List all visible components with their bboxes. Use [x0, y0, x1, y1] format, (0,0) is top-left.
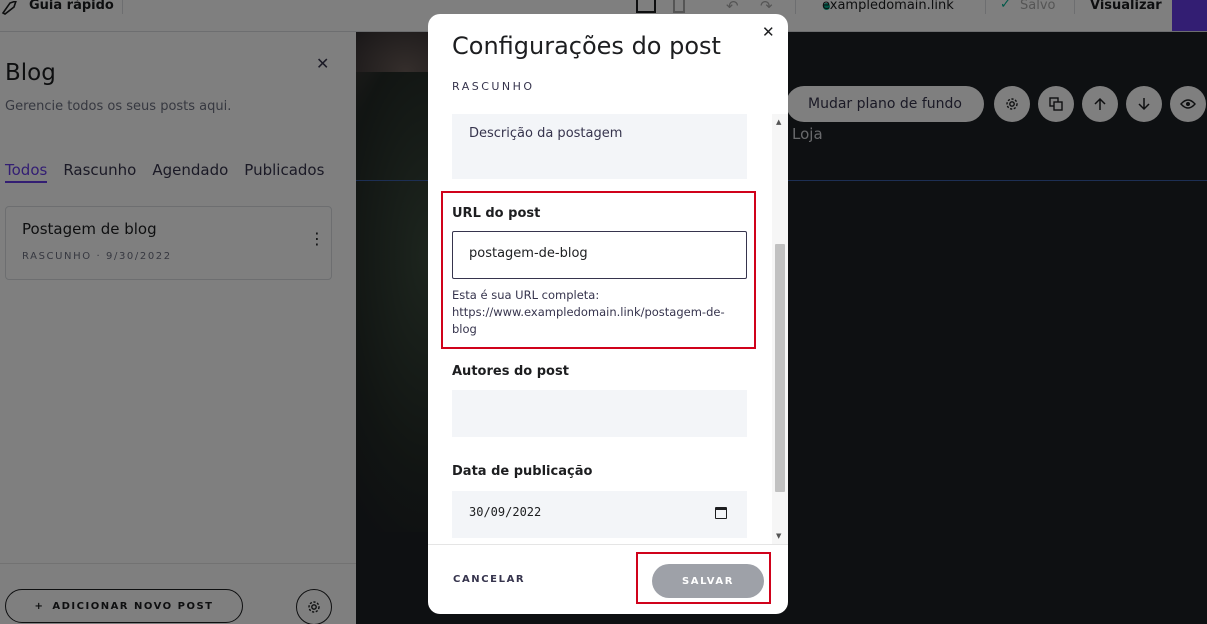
description-field[interactable]: Descrição da postagem [452, 114, 747, 179]
publish-date-field[interactable]: 30/09/2022 [452, 491, 747, 538]
authors-field-label: Autores do post [452, 364, 569, 379]
modal-title: Configurações do post [452, 32, 721, 60]
url-highlight-box [441, 191, 756, 349]
authors-field[interactable] [452, 390, 747, 437]
divider [428, 544, 788, 545]
scrollbar[interactable]: ▲ ▼ [772, 114, 788, 544]
close-icon[interactable]: ✕ [762, 23, 775, 41]
scroll-up-icon[interactable]: ▲ [776, 118, 781, 126]
calendar-icon[interactable] [715, 507, 727, 519]
save-highlight-box [636, 552, 771, 604]
scroll-down-icon[interactable]: ▼ [776, 532, 781, 540]
cancel-button[interactable]: CANCELAR [453, 574, 525, 585]
post-status: RASCUNHO [452, 80, 535, 93]
date-field-label: Data de publicação [452, 464, 593, 479]
scrollbar-thumb[interactable] [775, 244, 785, 492]
